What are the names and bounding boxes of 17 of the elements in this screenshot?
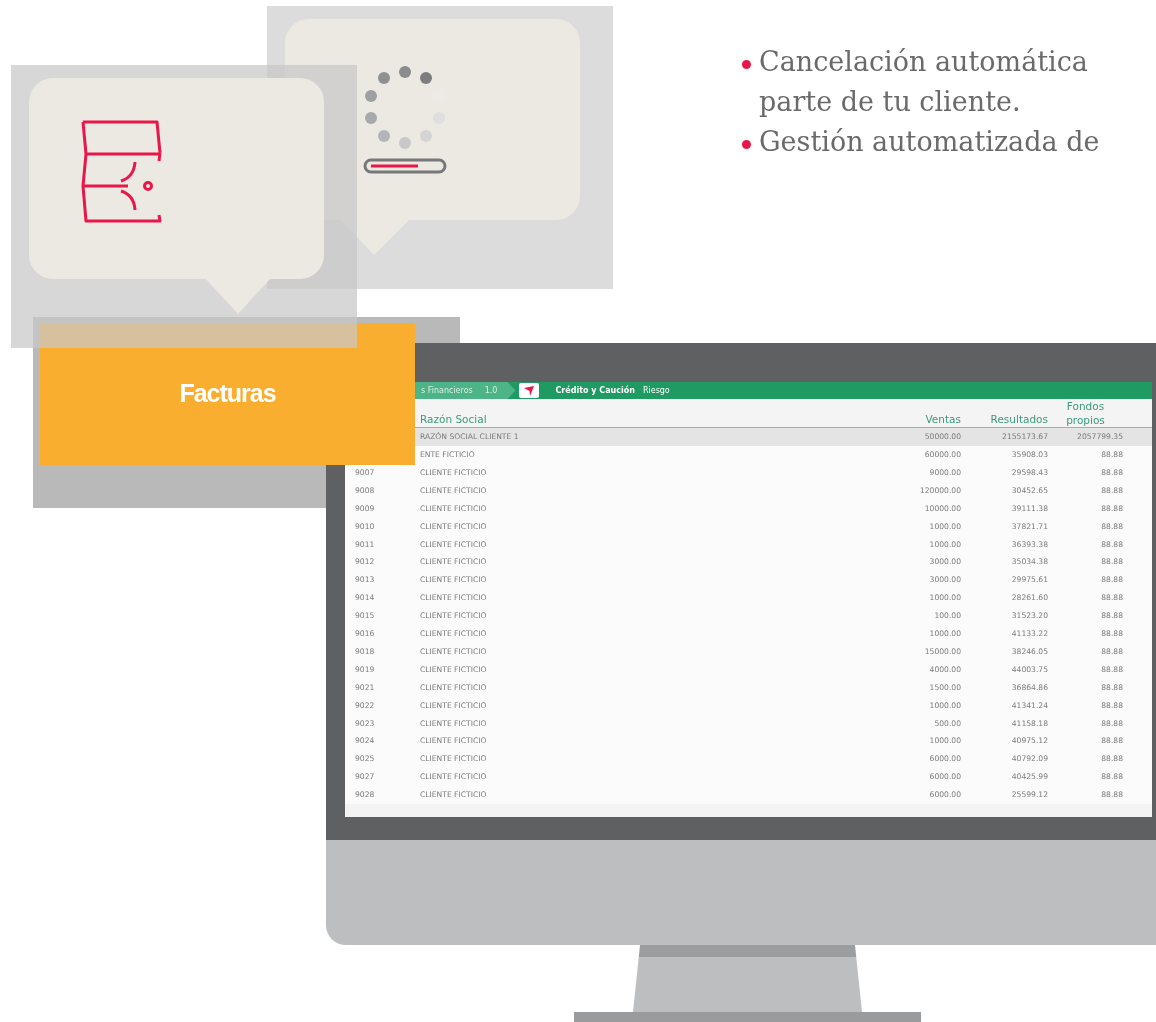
column-header: Ventas (924, 411, 961, 427)
bullet-text: parte de tu cliente. (759, 85, 1022, 119)
column-header: Razón Social (420, 411, 488, 427)
breadcrumb-tab[interactable]: s Financieros 1.0 (417, 382, 516, 399)
speech-bubble-tail (205, 278, 271, 315)
breadcrumb-text: s Financieros (421, 384, 473, 397)
bullet-dot (742, 140, 751, 149)
app-title: Crédito y Caución (555, 384, 635, 397)
brochure-icon (80, 120, 164, 225)
facturas-text: Facturas (179, 378, 276, 410)
version-text: 1.0 (484, 384, 498, 397)
bullet-dot (742, 60, 751, 69)
column-header: Fondos propios (1065, 399, 1106, 428)
bullet-text: Gestión automatizada de (759, 125, 1100, 159)
column-header: Resultados (989, 411, 1048, 427)
bullet-text: Cancelación automática (759, 45, 1088, 79)
app-subtitle: Riesgo (642, 384, 670, 397)
